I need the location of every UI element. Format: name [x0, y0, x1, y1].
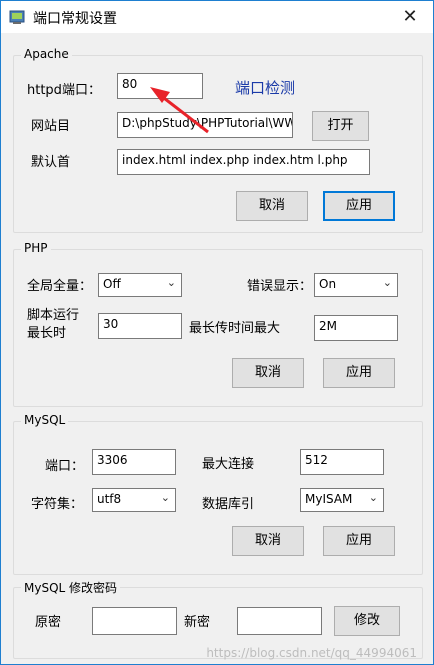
mysql-password-legend: MySQL 修改密码: [21, 579, 121, 596]
window-app-icon: [9, 10, 25, 24]
max-conn-label: 最大连接: [202, 457, 255, 472]
upload-max-input[interactable]: 2M: [314, 315, 398, 341]
script-time-label: 脚本运行 最长时: [27, 308, 80, 341]
mysql-cancel-button[interactable]: 取消: [232, 526, 304, 556]
error-display-value: On: [319, 277, 337, 291]
httpd-port-input[interactable]: 80: [117, 73, 203, 99]
new-password-input[interactable]: [237, 607, 322, 635]
engine-label: 数据库引: [202, 497, 255, 512]
old-password-label: 原密: [35, 615, 62, 630]
charset-label: 字符集：: [31, 497, 84, 512]
php-apply-button[interactable]: 应用: [323, 358, 395, 388]
upload-max-label: 最长传时间最大: [189, 321, 281, 336]
mysql-port-input[interactable]: 3306: [92, 449, 176, 475]
window-title: 端口常规设置: [33, 11, 117, 27]
new-password-label: 新密: [184, 615, 211, 630]
open-button[interactable]: 打开: [312, 111, 369, 141]
title-bar: 端口常规设置 ✕: [1, 1, 433, 33]
site-dir-input[interactable]: D:\phpStudy\PHPTutorial\WW: [117, 112, 293, 138]
mysql-apply-button[interactable]: 应用: [323, 526, 395, 556]
modify-password-button[interactable]: 修改: [334, 606, 400, 636]
apache-cancel-button[interactable]: 取消: [236, 191, 308, 221]
default-index-input[interactable]: index.html index.php index.htm l.php: [117, 149, 370, 175]
engine-select[interactable]: MyISAM ⌄: [300, 488, 384, 512]
global-vars-value: Off: [103, 277, 121, 291]
dialog-window: 端口常规设置 ✕ Apache httpd端口： 80 端口检测 网站目 D:\…: [0, 0, 434, 665]
port-check-link[interactable]: 端口检测: [235, 77, 295, 98]
charset-value: utf8: [97, 492, 122, 506]
php-legend: PHP: [21, 241, 51, 255]
apache-legend: Apache: [21, 47, 72, 61]
apache-apply-button[interactable]: 应用: [323, 191, 395, 221]
php-cancel-button[interactable]: 取消: [232, 358, 304, 388]
httpd-port-label: httpd端口：: [27, 83, 101, 98]
error-display-label: 错误显示：: [247, 279, 313, 294]
global-vars-label: 全局全量：: [27, 279, 93, 294]
max-conn-input[interactable]: 512: [300, 449, 384, 475]
site-dir-label: 网站目: [31, 119, 71, 134]
global-vars-select[interactable]: Off ⌄: [98, 273, 182, 297]
engine-value: MyISAM: [305, 492, 353, 506]
error-display-select[interactable]: On ⌄: [314, 273, 398, 297]
close-icon[interactable]: ✕: [387, 1, 433, 33]
chevron-down-icon: ⌄: [160, 491, 170, 504]
chevron-down-icon: ⌄: [368, 491, 378, 504]
mysql-port-label: 端口：: [45, 459, 85, 474]
chevron-down-icon: ⌄: [382, 276, 392, 289]
charset-select[interactable]: utf8 ⌄: [92, 488, 176, 512]
script-time-input[interactable]: 30: [98, 313, 182, 339]
old-password-input[interactable]: [92, 607, 177, 635]
default-index-label: 默认首: [31, 155, 71, 170]
mysql-legend: MySQL: [21, 413, 69, 427]
chevron-down-icon: ⌄: [166, 276, 176, 289]
watermark: https://blog.csdn.net/qq_44994061: [206, 646, 417, 660]
